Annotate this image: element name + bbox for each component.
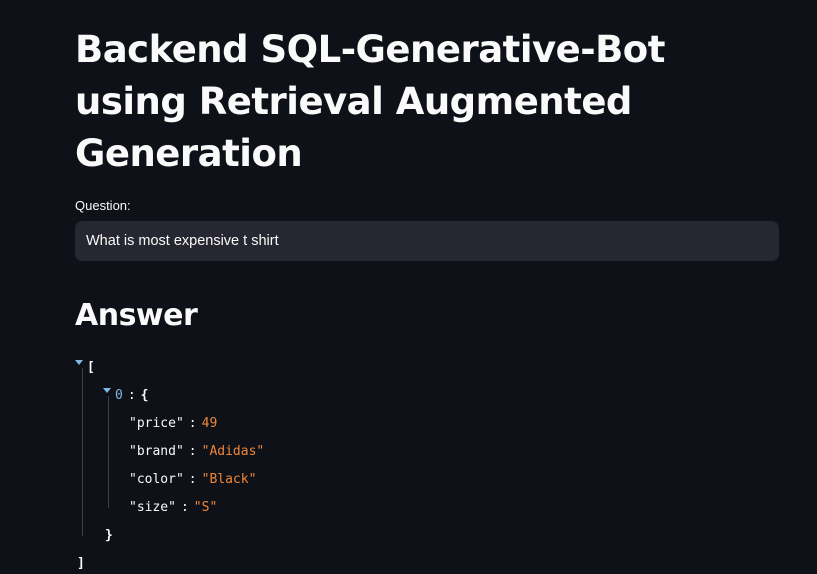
json-field-row: "brand": "Adidas" — [129, 444, 265, 459]
json-field-row: "color": "Black" — [129, 472, 257, 487]
json-key: "price" — [129, 416, 184, 431]
question-label: Question: — [75, 198, 131, 213]
question-input[interactable] — [75, 221, 779, 261]
json-value: "Adidas" — [201, 444, 265, 459]
json-close-bracket: ] — [77, 556, 85, 571]
json-key: "size" — [129, 500, 176, 515]
collapse-caret-icon[interactable] — [75, 360, 83, 365]
json-key: "brand" — [129, 444, 184, 459]
json-value: 49 — [201, 416, 218, 431]
json-open-brace: { — [140, 388, 149, 403]
json-root-close-row: ] — [75, 550, 779, 574]
json-root-row[interactable]: [ — [75, 354, 779, 382]
json-value: "S" — [193, 500, 218, 515]
main-content: Backend SQL-Generative-Bot using Retriev… — [75, 0, 779, 574]
json-key: "color" — [129, 472, 184, 487]
json-close-brace: } — [105, 528, 113, 543]
json-value: "Black" — [201, 472, 257, 487]
json-field-row: "price":49 — [129, 416, 218, 431]
json-index: 0 — [115, 388, 123, 403]
collapse-caret-icon[interactable] — [103, 388, 111, 393]
json-viewer: [ 0:{ "price":49 "brand": "Adidas" "color… — [75, 354, 779, 574]
json-item-row[interactable]: 0:{ — [75, 382, 779, 410]
page-title: Backend SQL-Generative-Bot using Retriev… — [75, 28, 665, 175]
json-field-row: "size": "S" — [129, 500, 218, 515]
json-item-close-row: } — [75, 522, 779, 550]
answer-heading: Answer — [75, 298, 198, 333]
json-open-bracket: [ — [87, 360, 95, 375]
